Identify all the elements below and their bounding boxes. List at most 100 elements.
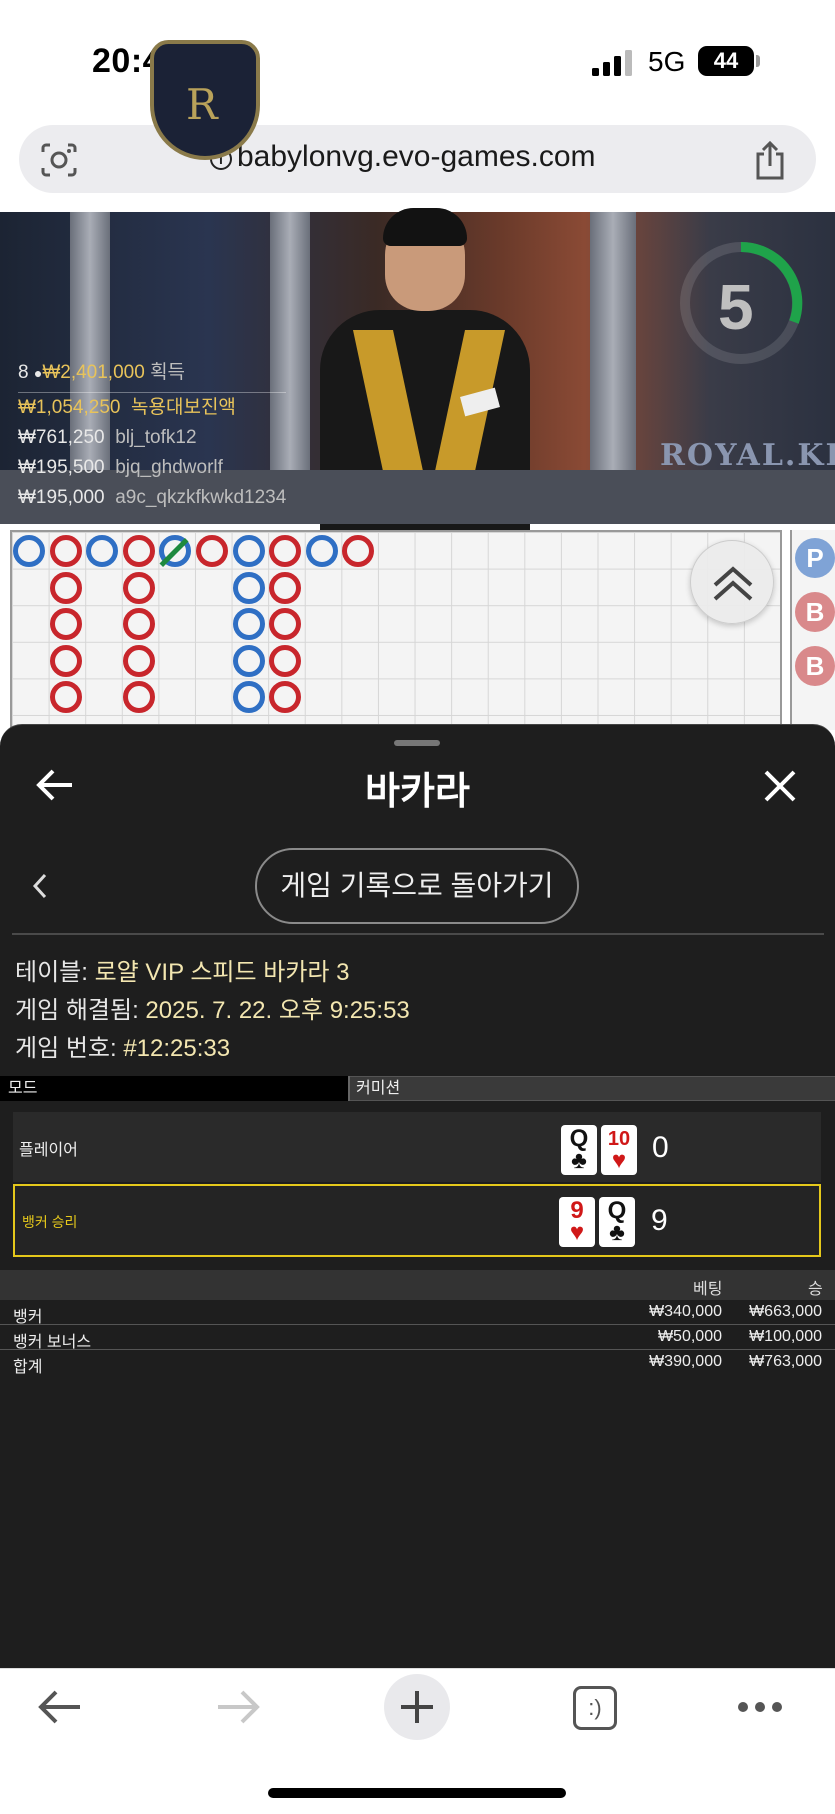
winner-row: ₩195,000 a9c_qkzkfkwkd1234 — [18, 483, 286, 513]
dealer-hair — [383, 208, 467, 246]
player-bead — [232, 571, 265, 604]
lens-scan-icon[interactable] — [40, 142, 78, 178]
url-text[interactable]: babylonvg.evo-games.com — [237, 140, 596, 174]
playing-card: 10 ♥ — [601, 1125, 637, 1175]
winner-count: 8 — [18, 362, 29, 383]
table-value: 로얄 VIP 스피드 바카라 3 — [94, 959, 350, 986]
winners-total-suffix: 획득 — [150, 362, 186, 383]
mode-label: 모드 — [0, 1076, 350, 1101]
winner-name: bjq_ghdworlf — [115, 457, 223, 478]
player-score: 0 — [652, 1131, 669, 1164]
sheet-drag-handle[interactable] — [394, 740, 440, 746]
royal-watermark: ROYAL.KR — [660, 438, 835, 473]
tabs-icon[interactable]: :) — [573, 1686, 617, 1730]
player-bead — [232, 644, 265, 677]
winner-row: ₩761,250 blj_tofk12 — [18, 423, 286, 453]
playing-card: 9 ♥ — [559, 1197, 595, 1247]
new-tab-plus-icon — [401, 1691, 433, 1723]
banker-bead — [49, 681, 82, 714]
banker-bead — [269, 535, 302, 567]
winner-name: blj_tofk12 — [115, 427, 197, 448]
playing-card: Q ♣ — [599, 1197, 635, 1247]
winner-amount: ₩761,250 — [18, 427, 105, 448]
player-bead — [305, 535, 338, 567]
winner-row: ₩1,054,250 녹용대보진액 — [18, 393, 286, 423]
back-to-history-button[interactable]: 게임 기록으로 돌아가기 — [255, 848, 579, 924]
banker-score: 9 — [651, 1204, 668, 1237]
banker-win-label: 뱅커 승리 — [22, 1214, 78, 1230]
playing-card: Q ♣ — [561, 1125, 597, 1175]
win-amount: ₩663,000 — [749, 1303, 822, 1320]
divider — [12, 933, 824, 935]
player-bead — [232, 608, 265, 641]
bet-amount: ₩50,000 — [657, 1328, 722, 1345]
predict-banker-icon[interactable]: B — [795, 592, 835, 632]
bet-name: 뱅커 — [13, 1309, 43, 1326]
banker-bead — [269, 571, 302, 604]
winners-summary: 8 ●₩2,401,000 획득 — [18, 358, 286, 388]
banker-hand-row — [13, 1184, 821, 1257]
player-bead — [86, 535, 119, 567]
player-hand-row — [13, 1112, 821, 1182]
chevron-left-icon[interactable] — [30, 872, 50, 900]
game-number-value: #12:25:33 — [123, 1035, 231, 1062]
cellular-signal-icon — [592, 50, 632, 76]
close-icon[interactable] — [760, 766, 800, 806]
win-amount: ₩100,000 — [749, 1328, 822, 1345]
banker-bead — [49, 608, 82, 641]
sheet-title: 바카라 — [365, 771, 470, 813]
predict-player-icon[interactable]: P — [795, 538, 835, 578]
bet-amount: ₩340,000 — [649, 1303, 722, 1320]
expand-up-button[interactable] — [690, 540, 774, 624]
banker-bead — [49, 644, 82, 677]
countdown-timer: 5 — [718, 271, 754, 343]
bets-header-bet: 베팅 — [693, 1281, 723, 1298]
bet-total-row: 합계 ₩390,000 ₩763,000 — [0, 1350, 835, 1376]
player-bead — [232, 535, 265, 567]
forward-arrow-icon[interactable] — [216, 1688, 262, 1726]
bet-row: 뱅커 ₩340,000 ₩663,000 — [0, 1300, 835, 1326]
back-arrow-icon[interactable] — [36, 1688, 82, 1726]
card-suit: ♣ — [571, 1147, 587, 1174]
winner-amount: ₩1,054,250 — [18, 397, 121, 418]
banker-bead — [122, 644, 155, 677]
crest-letter: R — [186, 80, 218, 129]
banker-bead — [122, 608, 155, 641]
winner-name: 녹용대보진액 — [131, 397, 236, 418]
bets-header-win: 승 — [808, 1281, 823, 1298]
banker-bead — [49, 535, 82, 567]
bet-name: 합계 — [13, 1359, 43, 1376]
winner-row: ₩195,500 bjq_ghdworlf — [18, 453, 286, 483]
battery-tip — [756, 55, 760, 67]
banker-bead — [122, 535, 155, 567]
bet-row: 뱅커 보너스 ₩50,000 ₩100,000 — [0, 1325, 835, 1351]
predict-banker-icon[interactable]: B — [795, 646, 835, 686]
win-amount: ₩763,000 — [749, 1353, 822, 1370]
mode-value: 커미션 — [356, 1080, 401, 1097]
banker-bead — [122, 571, 155, 604]
winner-name: a9c_qkzkfkwkd1234 — [115, 487, 287, 508]
card-suit: ♥ — [611, 1147, 627, 1174]
network-type: 5G — [648, 46, 686, 77]
banker-bead — [49, 571, 82, 604]
more-icon[interactable] — [736, 1700, 784, 1714]
resolved-info: 게임 해결됨: 2025. 7. 22. 오후 9:25:53 — [15, 990, 410, 1025]
card-suit: ♣ — [609, 1219, 625, 1246]
bet-name: 뱅커 보너스 — [13, 1334, 92, 1351]
winner-amount: ₩195,500 — [18, 457, 105, 478]
player-bead — [232, 681, 265, 714]
banker-bead — [122, 681, 155, 714]
winners-list: 8 ●₩2,401,000 획득 ₩1,054,250 녹용대보진액 ₩761,… — [18, 358, 287, 513]
game-number-info: 게임 번호: #12:25:33 — [15, 1028, 230, 1063]
banker-bead — [196, 535, 228, 567]
banker-bead — [269, 644, 302, 677]
resolved-value: 2025. 7. 22. 오후 9:25:53 — [145, 997, 410, 1024]
double-chevron-up-icon — [713, 566, 753, 601]
share-icon[interactable] — [752, 140, 788, 180]
winner-amount: ₩195,000 — [18, 487, 105, 508]
resolved-label: 게임 해결됨: — [15, 997, 139, 1024]
new-tab-button[interactable] — [384, 1674, 450, 1740]
winners-total: ₩2,401,000 — [42, 362, 145, 383]
table-info: 테이블: 로얄 VIP 스피드 바카라 3 — [15, 952, 350, 987]
game-number-label: 게임 번호: — [15, 1035, 117, 1062]
